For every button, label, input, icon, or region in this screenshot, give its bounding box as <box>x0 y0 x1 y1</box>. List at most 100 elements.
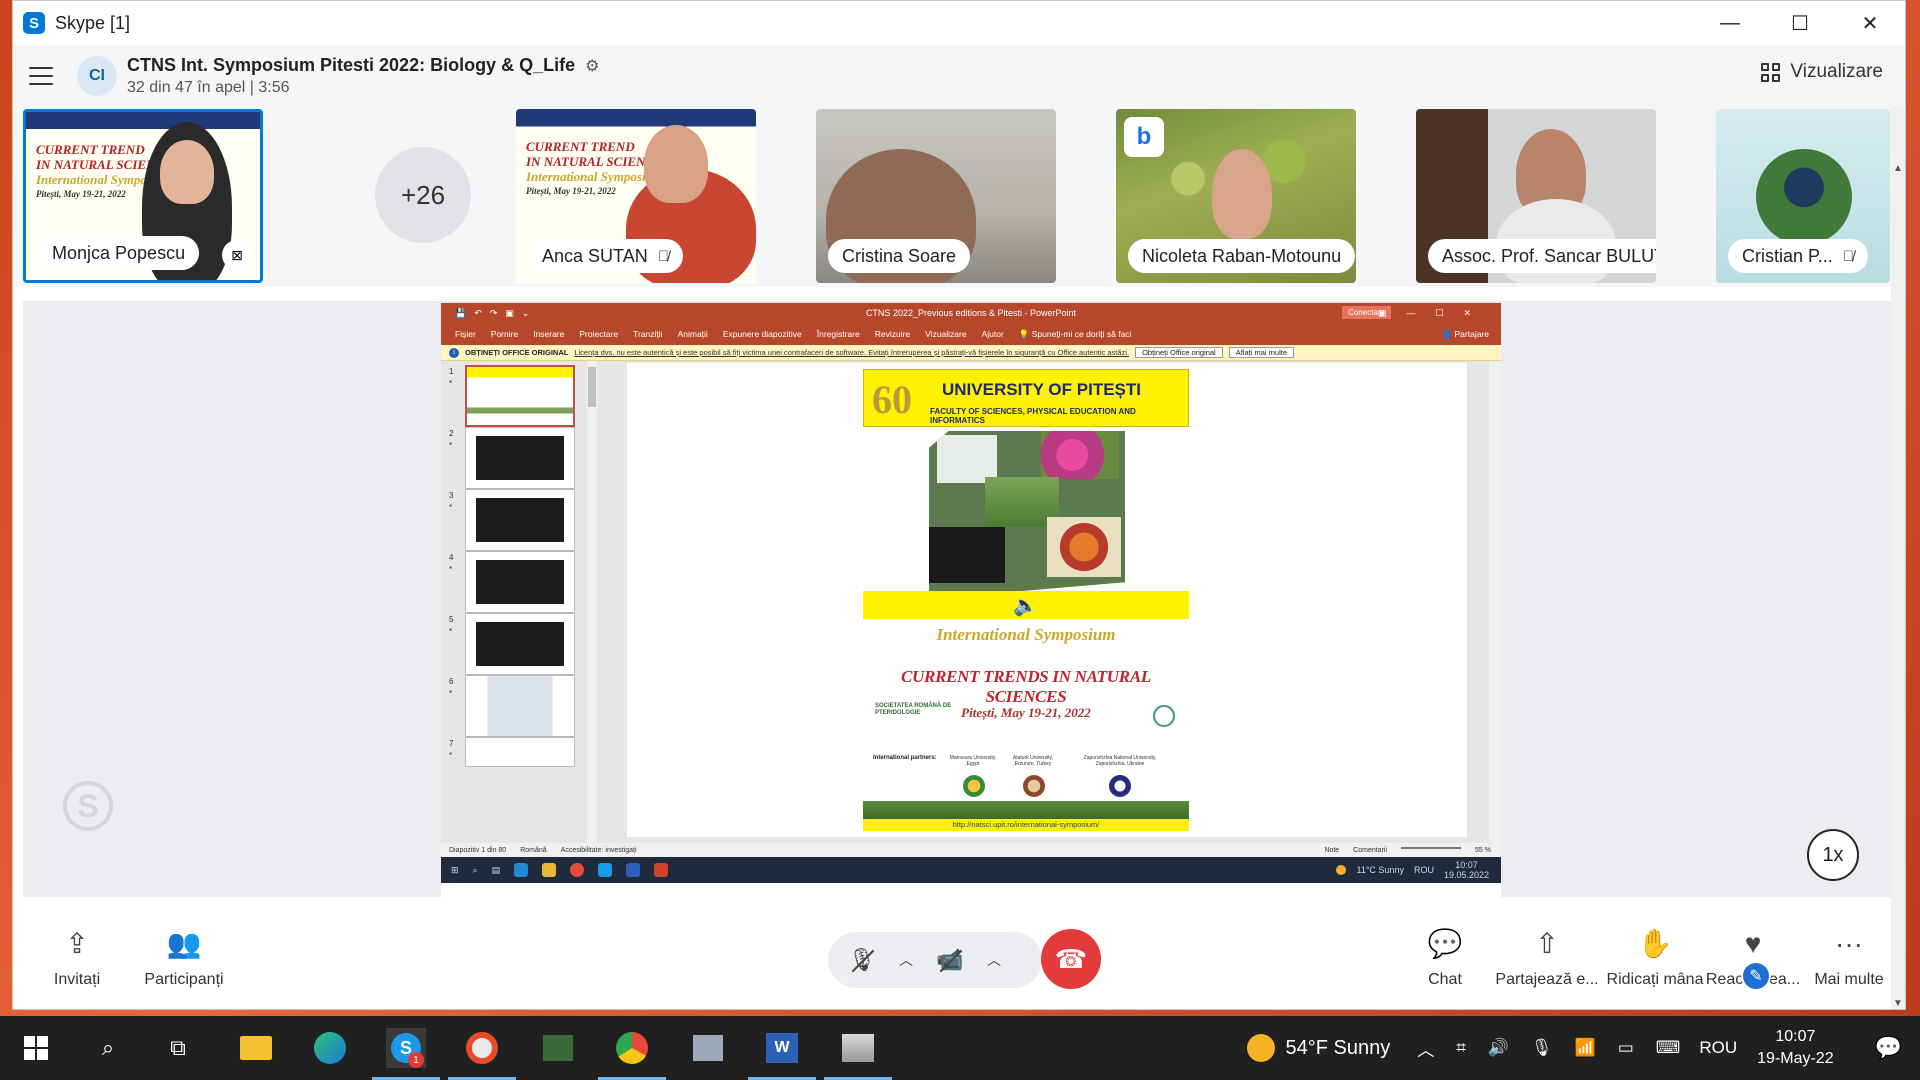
poster-url: http://natsci.upit.ro/international-symp… <box>863 819 1189 831</box>
wifi-icon[interactable]: 📶 <box>1575 1038 1596 1058</box>
call-title[interactable]: CTNS Int. Symposium Pitesti 2022: Biolog… <box>127 55 599 76</box>
volume-icon[interactable]: 🔊 <box>1488 1038 1509 1058</box>
minimize-button[interactable]: — <box>1695 1 1765 45</box>
call-controls: ⇪ Invitați 👥 Participanți 🎙 ︿ 📹 ︿ ☎ 💬 Ch… <box>13 907 1905 1007</box>
skype-taskbar-icon[interactable]: S 1 <box>372 1028 440 1080</box>
participant-tile[interactable]: Cristian P... 🎙̸ <box>1716 109 1890 283</box>
poster-dates: Pitești, May 19-21, 2022 <box>961 705 1091 720</box>
hand-icon: ✋ <box>1637 928 1673 959</box>
skype-icon <box>598 863 613 877</box>
app-icon[interactable] <box>538 1028 578 1068</box>
notifications-icon[interactable]: 💬 <box>1875 1035 1902 1061</box>
language-indicator[interactable]: ROU <box>1699 1038 1737 1058</box>
image-app-icon[interactable] <box>824 1028 892 1080</box>
chevron-up-icon[interactable]: ︿ <box>894 950 918 970</box>
file-explorer-icon[interactable] <box>236 1028 276 1068</box>
weather-icon[interactable] <box>1247 1034 1276 1062</box>
word-icon[interactable]: W <box>748 1028 816 1080</box>
slide-thumbnail: 2 * <box>447 427 587 489</box>
scroll-up-icon[interactable]: ▲ <box>1893 163 1903 174</box>
participant-nameplate: Anca SUTAN 🎙̸ <box>528 239 683 273</box>
react-button[interactable]: ♥ ✎ Reacționea... <box>1701 927 1805 991</box>
ppt-tab: Vizualizare <box>925 329 967 339</box>
participant-tile[interactable]: b Nicoleta Raban-Motounu <box>1116 109 1356 283</box>
scroll-down-icon[interactable]: ▼ <box>1893 998 1903 1009</box>
chat-button[interactable]: 💬 Chat <box>1405 927 1485 989</box>
ppt-window-controls: ▣—☐✕ <box>1377 307 1491 318</box>
vpn-app-icon[interactable] <box>448 1028 516 1080</box>
keyboard-icon[interactable]: ⌨ <box>1656 1038 1681 1058</box>
ppt-license-warning: i OBȚINEȚI OFFICE ORIGINAL Licența dvs. … <box>441 345 1501 361</box>
more-options-button[interactable]: ··· Mai multe <box>1809 927 1889 989</box>
more-participants-button[interactable]: +26 <box>375 147 471 243</box>
screen-share-icon[interactable]: ⊠ <box>222 240 252 270</box>
ppt-tell-me: 💡 Spuneți-mi ce doriți să faci <box>1018 328 1132 339</box>
clock[interactable]: 10:07 19-May-22 <box>1757 1026 1833 1070</box>
word-icon <box>626 863 641 877</box>
slide-thumbnail: 6 * <box>447 675 587 737</box>
poster-yellow-band: 🔈 <box>863 591 1189 619</box>
task-view-icon[interactable]: ⧉ <box>158 1028 198 1068</box>
menu-icon[interactable] <box>29 67 53 85</box>
camera-off-button[interactable]: 📹 <box>930 947 970 973</box>
view-button[interactable]: Vizualizare <box>1761 61 1883 83</box>
raise-hand-button[interactable]: ✋ Ridicați mâna <box>1605 927 1705 989</box>
participant-tile[interactable]: CURRENT TREND IN NATURAL SCIEN Internatio… <box>516 109 756 283</box>
share-screen-icon: ⇧ <box>1535 928 1559 959</box>
bing-icon: b <box>1124 117 1164 157</box>
call-info: CTNS Int. Symposium Pitesti 2022: Biolog… <box>127 55 599 97</box>
gear-icon[interactable]: ⚙ <box>585 56 599 76</box>
start-button[interactable] <box>16 1028 56 1068</box>
share-upload-icon: ⇪ <box>65 928 89 959</box>
slide-scrollbar <box>1489 361 1501 843</box>
pencil-icon: ✎ <box>1741 961 1771 991</box>
meet-now-icon[interactable]: ⌗ <box>1456 1038 1466 1058</box>
search-icon: ⌕ <box>472 864 478 875</box>
ppt-status-bar: Diapozitiv 1 din 80 Română Accesibilitat… <box>441 843 1501 857</box>
share-screen-button[interactable]: ⇧ Partajează e... <box>1495 927 1599 989</box>
ppt-tab: Înregistrare <box>816 329 860 339</box>
shared-screen: 💾↶↷▣⌄ CTNS 2022_Previous editions & Pite… <box>441 303 1501 897</box>
ppt-tab: Ajutor <box>981 329 1004 339</box>
windows-taskbar: ⌕ ⧉ S 1 W 54°F Sunny ︿ ⌗ 🔊 🎙 📶 ▭ ⌨ ROU 1… <box>0 1016 1920 1080</box>
speaker-icon: 🔈 <box>1013 595 1038 617</box>
info-icon: i <box>449 347 459 358</box>
partner-name: Zaporizhzhia National University, Zapori… <box>1083 755 1157 767</box>
hang-up-button[interactable]: ☎ <box>1041 929 1101 989</box>
system-tray: 54°F Sunny ︿ ⌗ 🔊 🎙 📶 ▭ ⌨ ROU 10:07 19-Ma… <box>1247 1016 1920 1080</box>
mic-off-button[interactable]: 🎙 <box>842 947 882 973</box>
network-app-icon[interactable] <box>688 1028 728 1068</box>
weather-text[interactable]: 54°F Sunny <box>1285 1037 1390 1060</box>
participant-tile[interactable]: Cristina Soare <box>816 109 1056 283</box>
playback-speed-button[interactable]: 1x <box>1807 829 1859 881</box>
ppt-tab: Animații <box>677 329 708 339</box>
invite-button[interactable]: ⇪ Invitați <box>39 927 115 989</box>
chevron-up-icon[interactable]: ︿ <box>982 950 1006 970</box>
microphone-icon[interactable]: 🎙 <box>1531 1038 1553 1058</box>
maximize-button[interactable]: ☐ <box>1765 1 1835 45</box>
partner-name: Ataturk University, Erzurum, Turkey <box>1012 755 1054 767</box>
edge-icon[interactable] <box>310 1028 350 1068</box>
participant-strip: CURRENT TREND IN NATURAL SCIEN Internatio… <box>13 107 1905 287</box>
chevron-up-icon[interactable]: ︿ <box>1417 1036 1434 1061</box>
participant-tile-self[interactable]: CURRENT TREND IN NATURAL SCIEN Internatio… <box>23 109 263 283</box>
poster-photo-collage <box>929 431 1125 599</box>
group-avatar[interactable]: CI <box>77 56 117 96</box>
window-scrollbar[interactable]: ▲ ▼ <box>1891 107 1905 1009</box>
skype-logo-icon: S <box>23 12 45 34</box>
ppt-share: 👤 Partajare <box>1441 328 1489 339</box>
participant-nameplate: Cristina Soare <box>828 239 971 273</box>
ppt-tab: Fișier <box>455 329 476 339</box>
slide-poster: 60 UNIVERSITY OF PITEȘTI FACULTY OF SCIE… <box>863 369 1189 831</box>
call-status: 32 din 47 în apel | 3:56 <box>127 79 290 96</box>
search-icon[interactable]: ⌕ <box>88 1028 128 1068</box>
chrome-icon[interactable] <box>598 1028 666 1080</box>
slide-thumbnails: 1 * 2 * 3 * 4 * 5 * 6 * 7 * <box>441 361 599 843</box>
participants-button[interactable]: 👥 Participanți <box>129 927 239 989</box>
participant-tile[interactable]: Assoc. Prof. Sancar BULUT🎙̸ <box>1416 109 1656 283</box>
chat-icon: 💬 <box>1427 928 1463 959</box>
close-button[interactable]: ✕ <box>1835 1 1905 45</box>
remote-taskbar: ⊞ ⌕ ▤ 11°C Sunny ROU 10:07 19.05.2022 <box>441 857 1501 883</box>
battery-icon[interactable]: ▭ <box>1618 1038 1634 1058</box>
notification-badge: 1 <box>408 1052 424 1068</box>
